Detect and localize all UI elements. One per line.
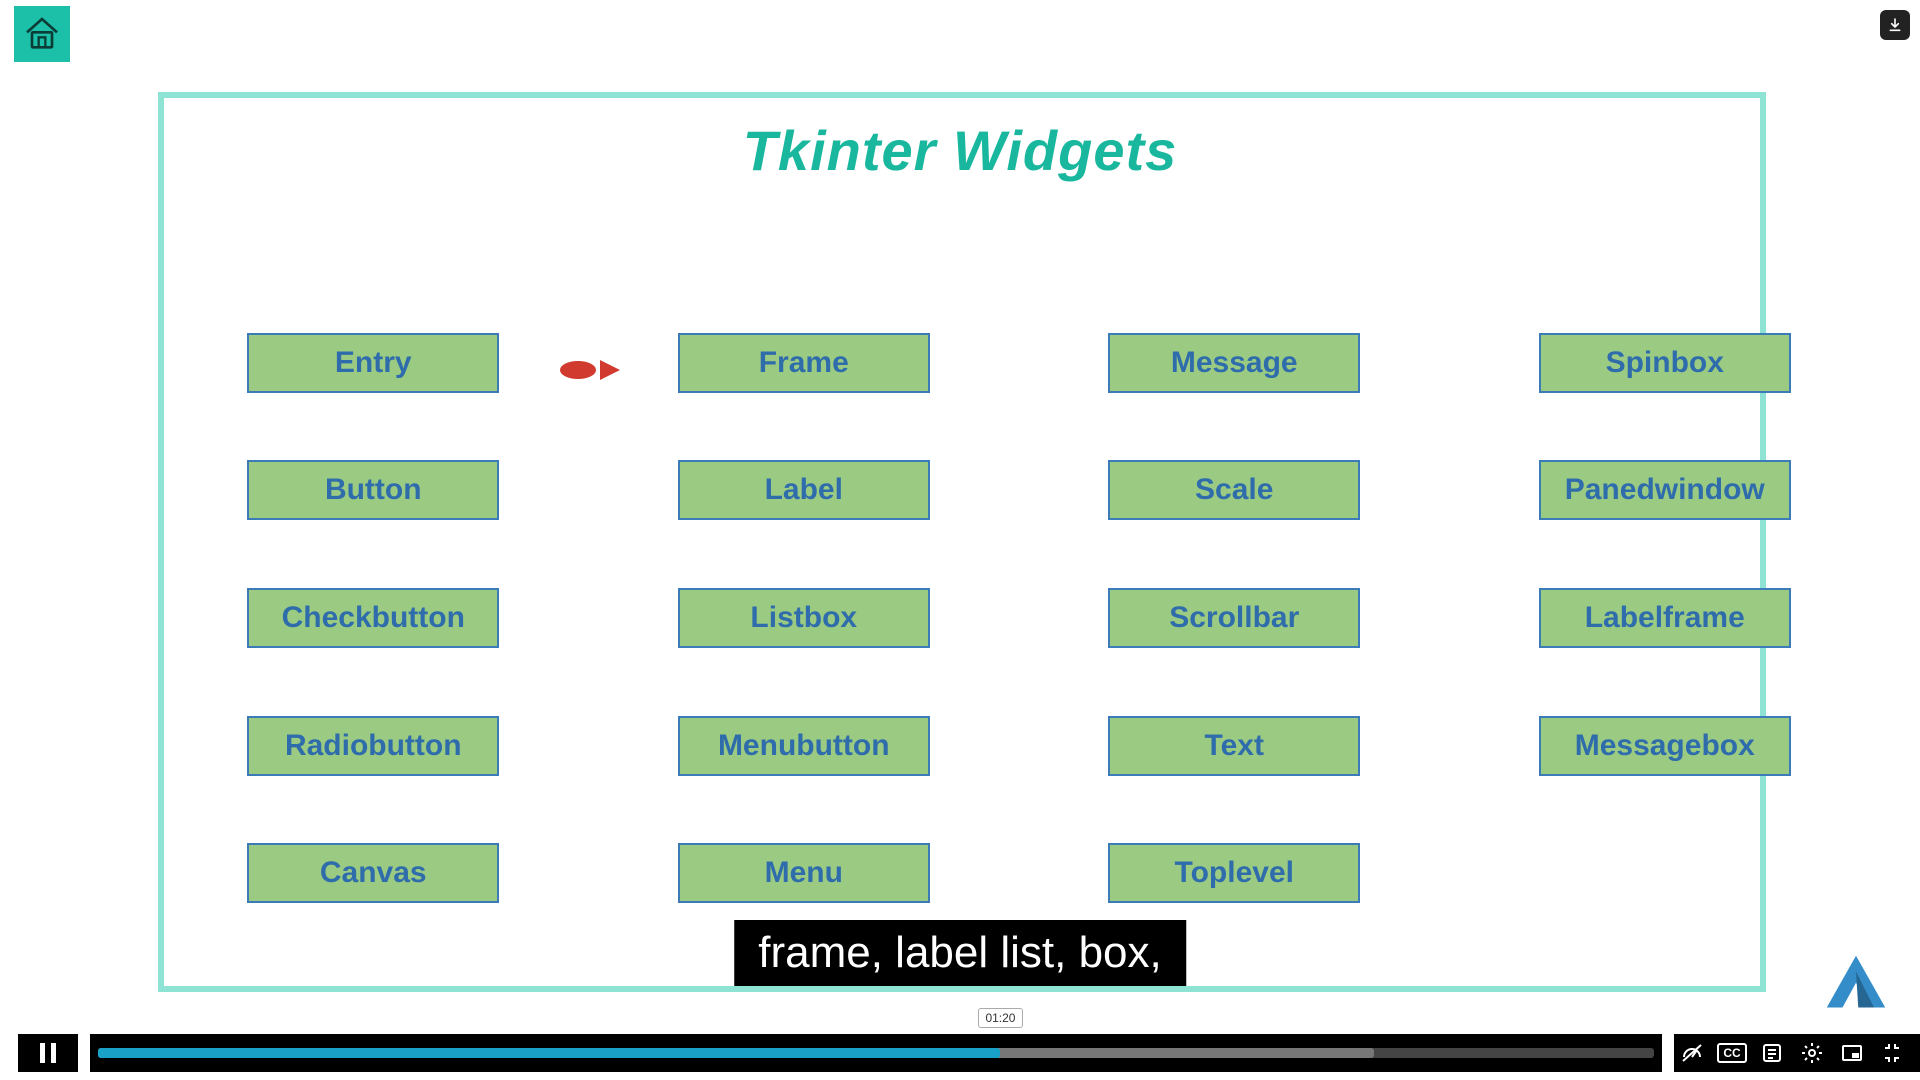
caption-text: frame, label list, box, <box>758 928 1162 977</box>
widget-grid: Entry Frame Message Spinbox Button Label Scale… <box>238 326 1800 910</box>
video-player-bar: 01:20 CC <box>0 1026 1920 1080</box>
widget-text: Text <box>1108 716 1360 776</box>
widget-button: Button <box>247 460 499 520</box>
play-pause-button[interactable] <box>18 1034 78 1072</box>
pip-icon <box>1840 1041 1864 1065</box>
pause-icon <box>40 1043 56 1063</box>
home-icon <box>22 14 62 54</box>
slide-title: Tkinter Widgets <box>0 118 1920 183</box>
speed-button[interactable] <box>1678 1039 1706 1067</box>
widget-panedwindow: Panedwindow <box>1539 460 1791 520</box>
caption-overlay: frame, label list, box, <box>734 920 1186 986</box>
player-controls: CC <box>1674 1034 1920 1072</box>
widget-frame: Frame <box>678 333 930 393</box>
widget-menu: Menu <box>678 843 930 903</box>
time-tooltip: 01:20 <box>978 1008 1022 1028</box>
widget-labelframe: Labelframe <box>1539 588 1791 648</box>
progress-track[interactable]: 01:20 <box>90 1034 1662 1072</box>
download-button[interactable] <box>1880 10 1910 40</box>
watermark-logo <box>1820 949 1892 1026</box>
cc-icon: CC <box>1717 1043 1746 1063</box>
brand-logo-icon <box>1820 949 1892 1021</box>
widget-label: Label <box>678 460 930 520</box>
widget-checkbutton: Checkbutton <box>247 588 499 648</box>
widget-scrollbar: Scrollbar <box>1108 588 1360 648</box>
widget-toplevel: Toplevel <box>1108 843 1360 903</box>
widget-listbox: Listbox <box>678 588 930 648</box>
fullscreen-exit-button[interactable] <box>1878 1039 1906 1067</box>
widget-entry: Entry <box>247 333 499 393</box>
widget-message: Message <box>1108 333 1360 393</box>
home-button[interactable] <box>14 6 70 62</box>
progress-fill <box>98 1048 1000 1058</box>
settings-button[interactable] <box>1798 1039 1826 1067</box>
fullscreen-exit-icon <box>1880 1041 1904 1065</box>
speedometer-icon <box>1680 1041 1704 1065</box>
widget-menubutton: Menubutton <box>678 716 930 776</box>
widget-messagebox: Messagebox <box>1539 716 1791 776</box>
widget-radiobutton: Radiobutton <box>247 716 499 776</box>
time-tooltip-text: 01:20 <box>985 1011 1015 1025</box>
pip-button[interactable] <box>1838 1039 1866 1067</box>
widget-spinbox: Spinbox <box>1539 333 1791 393</box>
captions-button[interactable]: CC <box>1718 1039 1746 1067</box>
download-icon <box>1887 17 1903 33</box>
widget-canvas: Canvas <box>247 843 499 903</box>
widget-scale: Scale <box>1108 460 1360 520</box>
gear-icon <box>1800 1041 1824 1065</box>
transcript-button[interactable] <box>1758 1039 1786 1067</box>
transcript-icon <box>1760 1041 1784 1065</box>
slide-area: Tkinter Widgets Entry Frame Message Spinbox… <box>0 0 1920 1080</box>
